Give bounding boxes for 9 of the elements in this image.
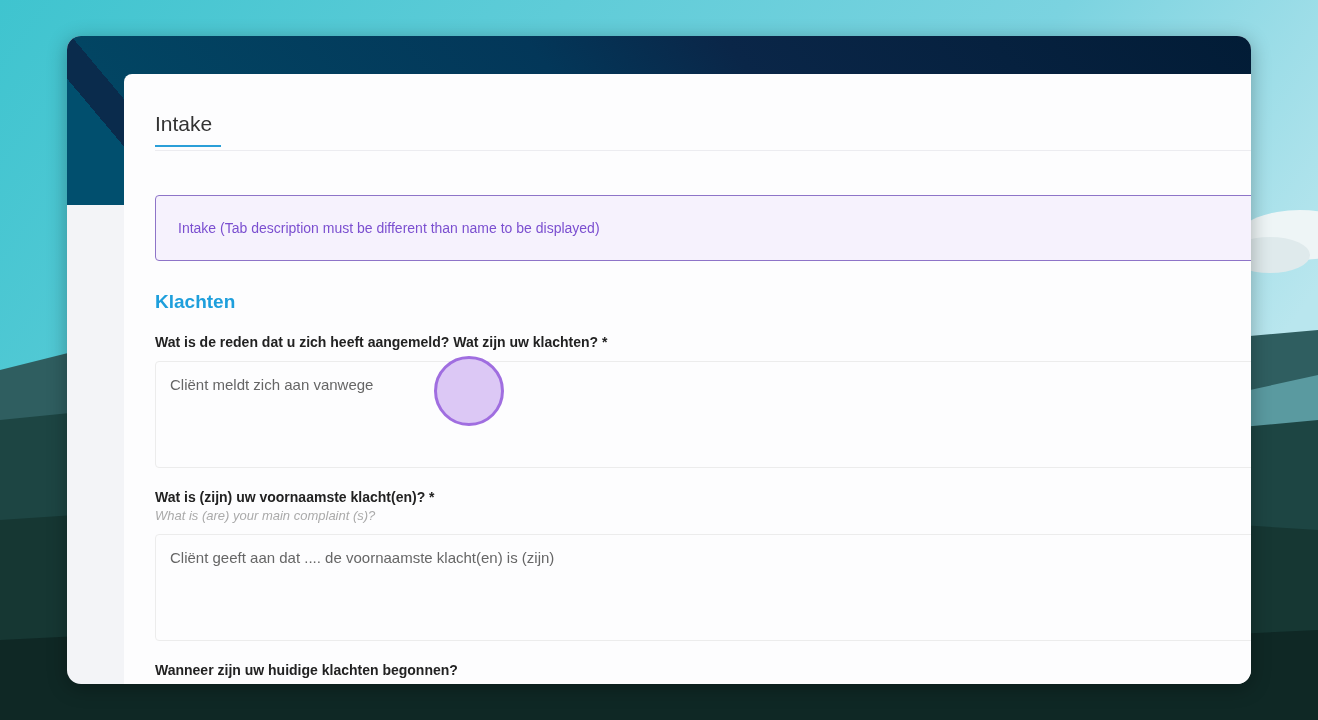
question-label: Wat is de reden dat u zich heeft aangemeld? Wat zijn uw klachten? *	[155, 333, 609, 351]
question-label: Wat is (zijn) uw voornaamste klacht(en)? *	[155, 488, 436, 506]
info-text: Intake (Tab description must be different than name to be displayed)	[178, 220, 600, 236]
answer-field[interactable]: Cliënt geeft aan dat .... de voornaamste klacht(en) is (zijn)	[155, 534, 1251, 641]
question-hint: What is (are) your main complaint (s)?	[155, 508, 377, 524]
question-label: Wanneer zijn uw huidige klachten begonnen?	[155, 661, 459, 679]
tab[interactable]: Intake	[155, 110, 221, 147]
answer-field[interactable]: Cliënt meldt zich aan vanwege	[155, 361, 1251, 468]
section-heading: Klachten	[155, 291, 237, 313]
